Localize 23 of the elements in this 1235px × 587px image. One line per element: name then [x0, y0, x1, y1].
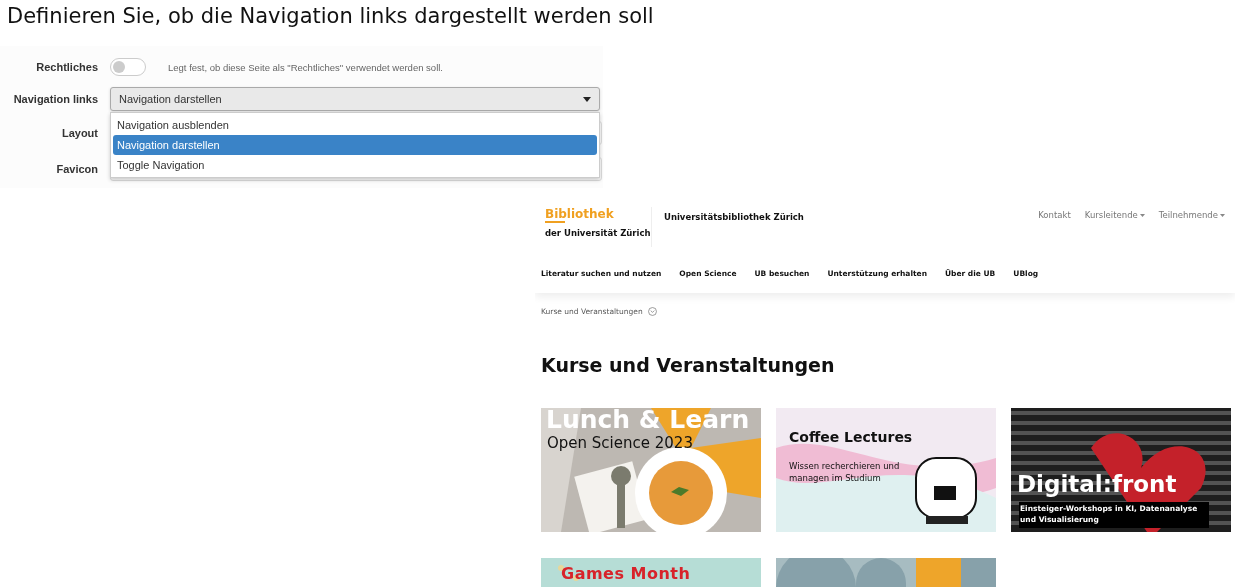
- section-title: Kurse und Veranstaltungen: [540, 353, 836, 378]
- field-label: Favicon: [55, 163, 98, 175]
- caret-icon: [583, 96, 591, 102]
- field-label: Rechtliches: [35, 61, 98, 73]
- dropdown-option[interactable]: Navigation darstellen: [113, 135, 597, 155]
- field-hint: Legt fest, ob diese Seite als "Rechtliches" verwendet werden soll.: [168, 61, 443, 73]
- page-heading: Definieren Sie, ob die Navigation links dargestellt werden soll: [6, 3, 655, 30]
- card-subtitle: Wissen recherchieren und managen im Studium: [789, 460, 901, 485]
- top-link[interactable]: Kursleitende: [1084, 210, 1145, 220]
- chevron-circle-icon: [647, 307, 657, 316]
- toggle-switch[interactable]: [110, 58, 146, 76]
- card-title: Games Month: [561, 564, 691, 583]
- card-title: Coffee Lectures: [789, 429, 913, 445]
- top-link[interactable]: Kontakt: [1038, 210, 1071, 220]
- dropdown-option[interactable]: Navigation ausblenden: [113, 115, 597, 135]
- logo-title: Bibliothek: [545, 207, 614, 223]
- field-label: Navigation links: [12, 93, 98, 105]
- field-label: Layout: [60, 127, 98, 139]
- top-link[interactable]: Teilnehmende: [1158, 210, 1225, 220]
- logo-subtitle: der Universität Zürich: [545, 228, 651, 238]
- card-title: Digital:front: [1017, 471, 1177, 497]
- site-name: Universitätsbibliothek Zürich: [664, 212, 804, 222]
- select-field[interactable]: Navigation darstellen: [110, 87, 600, 111]
